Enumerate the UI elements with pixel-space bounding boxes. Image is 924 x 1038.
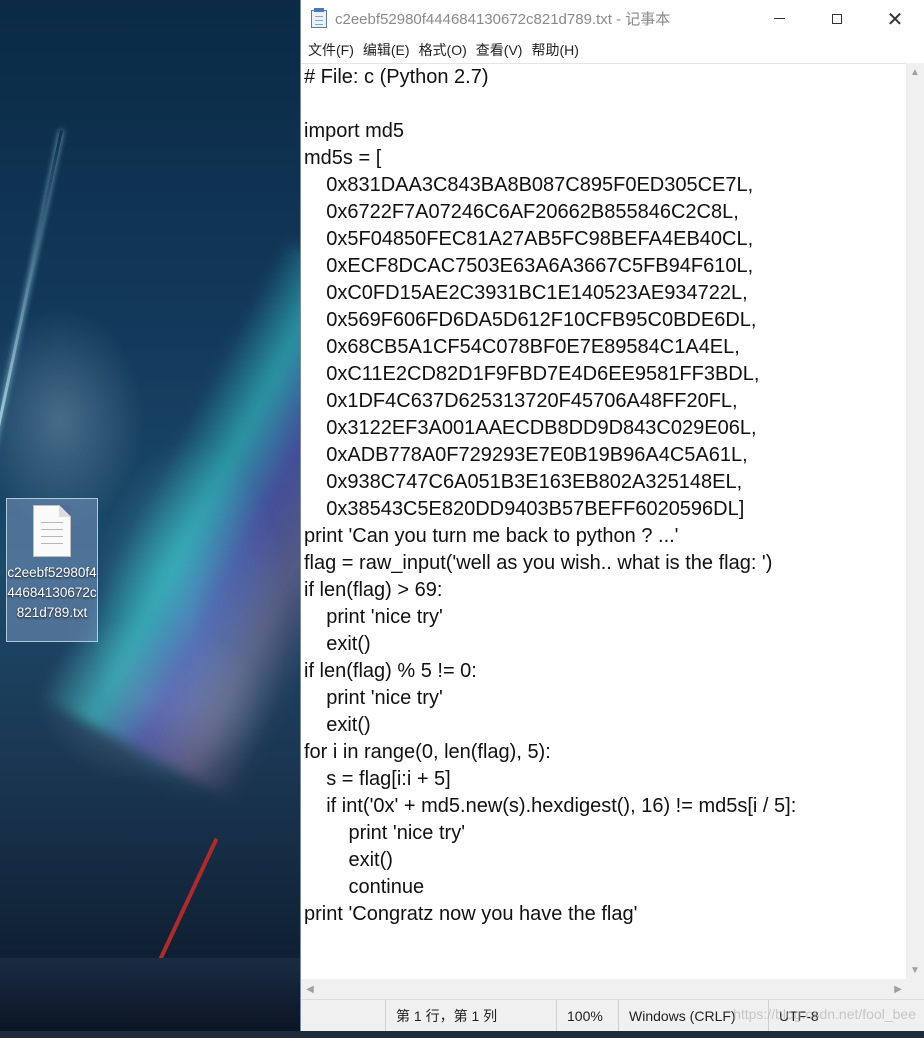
editor-line: 0x831DAA3C843BA8B087C895F0ED305CE7L, bbox=[304, 174, 754, 196]
scroll-down-icon[interactable]: ▼ bbox=[906, 961, 924, 979]
notepad-window: c2eebf52980f444684130672c821d789.txt - 记… bbox=[300, 0, 924, 1038]
editor-line: exit() bbox=[304, 633, 371, 655]
title-bar[interactable]: c2eebf52980f444684130672c821d789.txt - 记… bbox=[301, 0, 924, 37]
status-cursor-position: 第 1 行，第 1 列 bbox=[385, 1000, 556, 1032]
editor-line: exit() bbox=[304, 714, 371, 736]
editor-line: md5s = [ bbox=[304, 147, 382, 169]
editor-line: 0x3122EF3A001AAECDB8DD9D843C029E06L, bbox=[304, 417, 757, 439]
desktop-file-label: c2eebf52980f444684130672c821d789.txt bbox=[7, 565, 97, 620]
menu-help[interactable]: 帮助(H) bbox=[528, 37, 584, 63]
editor-line: 0x5F04850FEC81A27AB5FC98BEFA4EB40CL, bbox=[304, 228, 754, 250]
menu-file[interactable]: 文件(F) bbox=[305, 37, 360, 63]
horizontal-scrollbar[interactable]: ◀ ▶ bbox=[301, 979, 907, 999]
editor-line: 0x68CB5A1CF54C078BF0E7E89584C1A4EL, bbox=[304, 336, 740, 358]
editor-line: 0xC11E2CD82D1F9FBD7E4D6EE9581FF3BDL, bbox=[304, 363, 760, 385]
editor-line: print 'nice try' bbox=[304, 606, 443, 628]
window-controls: ✕ bbox=[750, 0, 924, 37]
editor-line: if int('0x' + md5.new(s).hexdigest(), 16… bbox=[304, 795, 797, 817]
watermark: https://blog.csdn.net/fool_bee bbox=[733, 1006, 916, 1022]
editor-text[interactable]: # File: c (Python 2.7) import md5 md5s = … bbox=[304, 64, 904, 928]
desktop-wallpaper: c2eebf52980f444684130672c821d789.txt bbox=[0, 0, 300, 1038]
vertical-scrollbar[interactable]: ▲ ▼ bbox=[906, 63, 924, 979]
editor-line: 0x569F606FD6DA5D612F10CFB95C0BDE6DL, bbox=[304, 309, 757, 331]
desktop-file-icon[interactable]: c2eebf52980f444684130672c821d789.txt bbox=[6, 498, 98, 642]
taskbar-edge bbox=[0, 1031, 924, 1038]
status-spacer bbox=[301, 1000, 385, 1032]
menu-view[interactable]: 查看(V) bbox=[473, 37, 529, 63]
scroll-right-icon[interactable]: ▶ bbox=[889, 980, 907, 998]
editor-line: continue bbox=[304, 876, 425, 898]
scroll-left-icon[interactable]: ◀ bbox=[301, 980, 319, 998]
minimize-icon bbox=[773, 18, 785, 19]
editor-line: 0xECF8DCAC7503E63A6A3667C5FB94F610L, bbox=[304, 255, 754, 277]
maximize-icon bbox=[832, 13, 842, 24]
editor-line: print 'Can you turn me back to python ? … bbox=[304, 525, 679, 547]
menu-bar: 文件(F) 编辑(E) 格式(O) 查看(V) 帮助(H) bbox=[301, 37, 924, 63]
minimize-button[interactable] bbox=[750, 0, 808, 37]
menu-format[interactable]: 格式(O) bbox=[416, 37, 473, 63]
status-zoom: 100% bbox=[556, 1000, 618, 1032]
scrollbar-corner bbox=[906, 979, 924, 999]
text-editor[interactable]: # File: c (Python 2.7) import md5 md5s = … bbox=[301, 63, 923, 980]
editor-line: print 'nice try' bbox=[304, 687, 443, 709]
text-file-icon bbox=[33, 505, 71, 557]
editor-line: # File: c (Python 2.7) bbox=[304, 66, 489, 88]
window-title: c2eebf52980f444684130672c821d789.txt - 记… bbox=[335, 11, 671, 28]
editor-line: 0x6722F7A07246C6AF20662B855846C2C8L, bbox=[304, 201, 739, 223]
notepad-icon bbox=[311, 7, 327, 28]
maximize-button[interactable] bbox=[808, 0, 866, 37]
editor-line: exit() bbox=[304, 849, 393, 871]
editor-line: if len(flag) > 69: bbox=[304, 579, 443, 601]
editor-line: 0x1DF4C637D625313720F45706A48FF20FL, bbox=[304, 390, 738, 412]
wallpaper-city bbox=[0, 958, 300, 1038]
editor-line: import md5 bbox=[304, 120, 405, 142]
close-icon: ✕ bbox=[886, 6, 904, 31]
scroll-up-icon[interactable]: ▲ bbox=[906, 63, 924, 81]
editor-line: print 'nice try' bbox=[304, 822, 466, 844]
editor-line: 0xC0FD15AE2C3931BC1E140523AE934722L, bbox=[304, 282, 748, 304]
editor-line: 0xADB778A0F729293E7E0B19B96A4C5A61L, bbox=[304, 444, 748, 466]
editor-line: print 'Congratz now you have the flag' bbox=[304, 903, 638, 925]
editor-line: flag = raw_input('well as you wish.. wha… bbox=[304, 552, 773, 574]
close-button[interactable]: ✕ bbox=[866, 0, 924, 37]
editor-line: 0x938C747C6A051B3E163EB802A325148EL, bbox=[304, 471, 743, 493]
editor-line: if len(flag) % 5 != 0: bbox=[304, 660, 477, 682]
editor-line: s = flag[i:i + 5] bbox=[304, 768, 451, 790]
menu-edit[interactable]: 编辑(E) bbox=[360, 37, 416, 63]
editor-line: for i in range(0, len(flag), 5): bbox=[304, 741, 551, 763]
editor-line: 0x38543C5E820DD9403B57BEFF6020596DL] bbox=[304, 498, 745, 520]
